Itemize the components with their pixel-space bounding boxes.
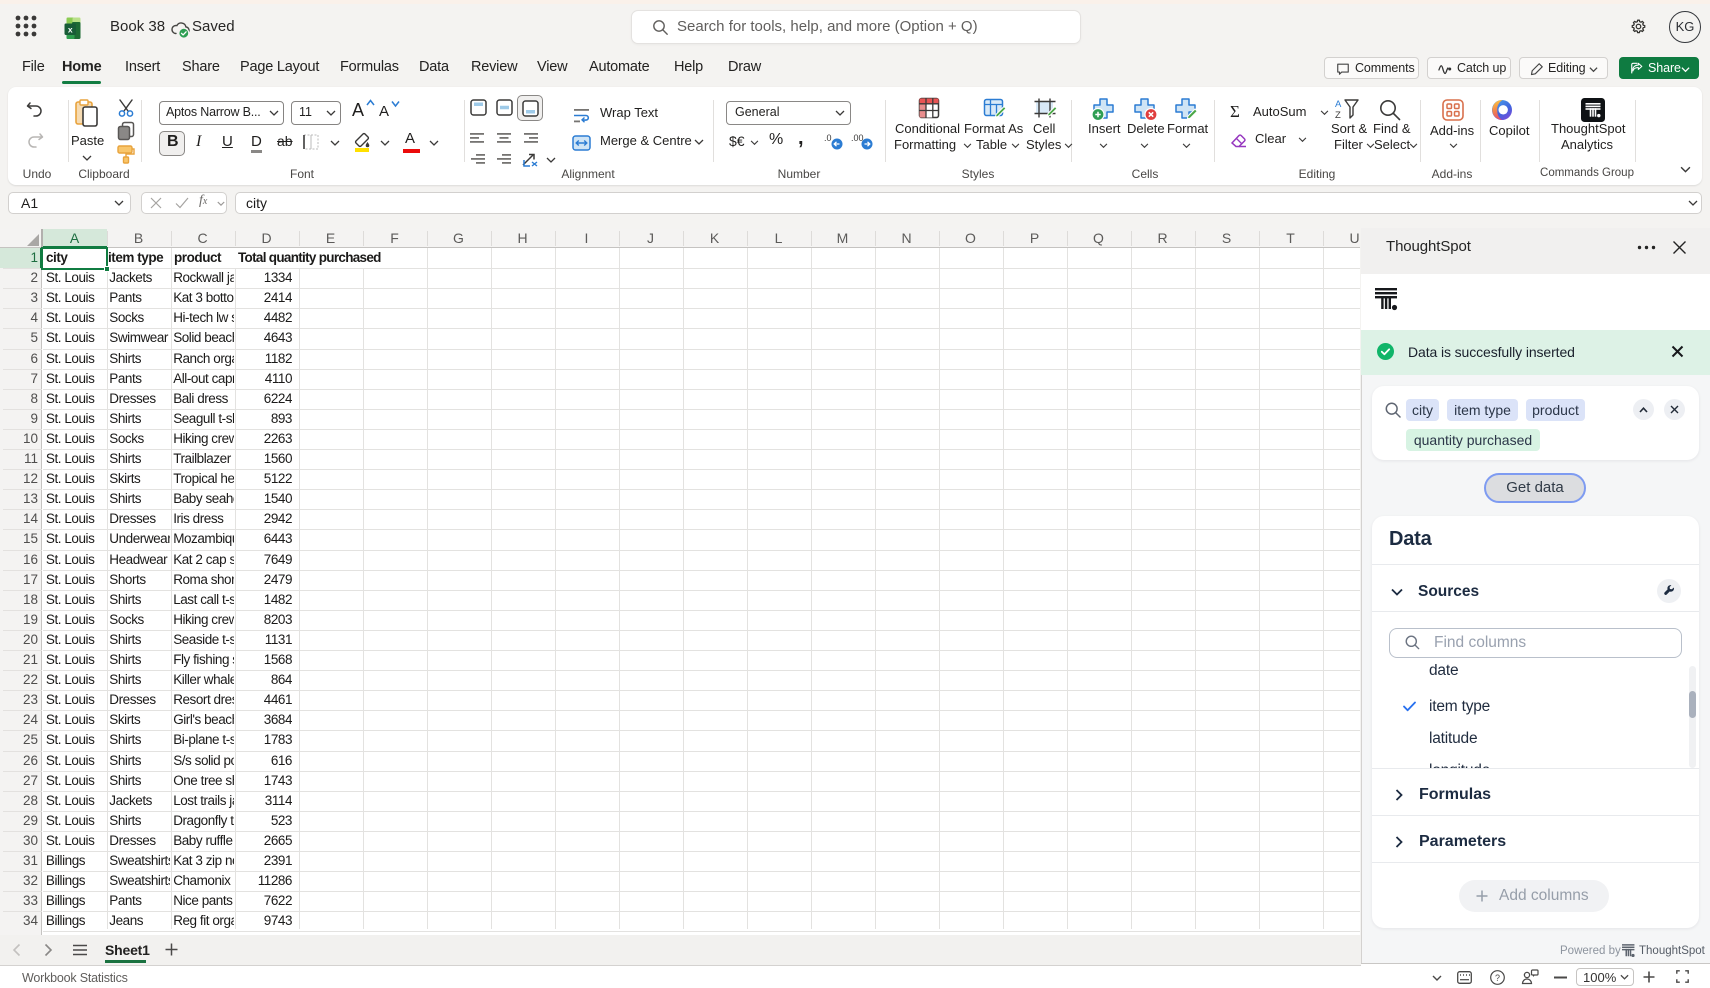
svg-text:.00: .00 [851, 133, 864, 143]
svg-text:A: A [1335, 99, 1342, 110]
svg-text:x: x [68, 25, 73, 35]
svg-text:.0: .0 [824, 133, 832, 143]
svg-text:Z: Z [1335, 110, 1341, 121]
svg-text:?: ? [1495, 973, 1500, 983]
